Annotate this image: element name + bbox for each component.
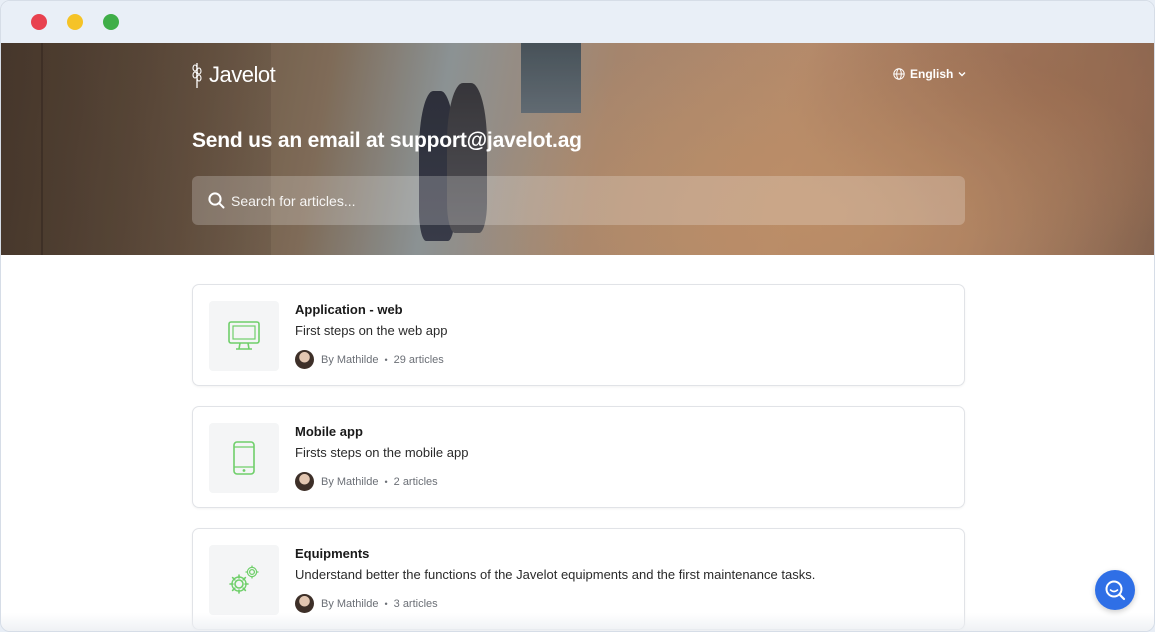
browser-window: Javelot English Send us an email at supp…	[0, 0, 1155, 632]
chevron-down-icon	[958, 72, 966, 77]
minimize-window-button[interactable]	[67, 14, 83, 30]
collection-thumbnail	[209, 301, 279, 371]
meta-separator: •	[384, 598, 388, 609]
collection-description: Understand better the functions of the J…	[295, 567, 816, 582]
search-input[interactable]	[231, 176, 931, 225]
collection-meta: By Mathilde • 29 articles	[295, 350, 444, 369]
collection-meta: By Mathilde • 3 articles	[295, 594, 438, 613]
collection-author: By Mathilde	[321, 475, 379, 488]
language-selector[interactable]: English	[893, 67, 966, 81]
collection-author: By Mathilde	[321, 597, 379, 610]
wheat-icon	[192, 63, 202, 88]
language-label: English	[910, 67, 954, 81]
collection-title: Mobile app	[295, 424, 363, 439]
collection-article-count: 2 articles	[393, 475, 438, 488]
search-bar[interactable]	[192, 176, 965, 225]
author-avatar	[295, 472, 314, 491]
collection-description: Firsts steps on the mobile app	[295, 445, 469, 460]
collection-meta: By Mathilde • 2 articles	[295, 472, 438, 491]
gears-icon	[229, 565, 259, 594]
meta-separator: •	[384, 354, 388, 365]
collection-card-mobile-app[interactable]: Mobile app Firsts steps on the mobile ap…	[192, 406, 965, 508]
collection-author: By Mathilde	[321, 353, 379, 366]
collection-thumbnail	[209, 423, 279, 493]
collection-title: Equipments	[295, 546, 370, 561]
collection-article-count: 29 articles	[393, 353, 444, 366]
globe-icon	[893, 68, 905, 80]
meta-separator: •	[384, 476, 388, 487]
author-avatar	[295, 350, 314, 369]
mobile-phone-icon	[233, 441, 255, 475]
collection-title: Application - web	[295, 302, 403, 317]
title-bar	[1, 1, 1154, 43]
search-help-icon	[1105, 580, 1126, 601]
author-avatar	[295, 594, 314, 613]
collection-card-application-web[interactable]: Application - web First steps on the web…	[192, 284, 965, 386]
javelot-logo[interactable]: Javelot	[191, 61, 276, 89]
maximize-window-button[interactable]	[103, 14, 119, 30]
logo-text: Javelot	[209, 62, 276, 87]
collection-description: First steps on the web app	[295, 323, 448, 338]
help-chat-button[interactable]	[1095, 570, 1135, 610]
collection-article-count: 3 articles	[393, 597, 438, 610]
close-window-button[interactable]	[31, 14, 47, 30]
search-icon	[208, 192, 225, 209]
desktop-monitor-icon	[228, 321, 260, 350]
collection-thumbnail	[209, 545, 279, 615]
page-title: Send us an email at support@javelot.ag	[192, 129, 582, 152]
bottom-fade	[1, 613, 1154, 631]
